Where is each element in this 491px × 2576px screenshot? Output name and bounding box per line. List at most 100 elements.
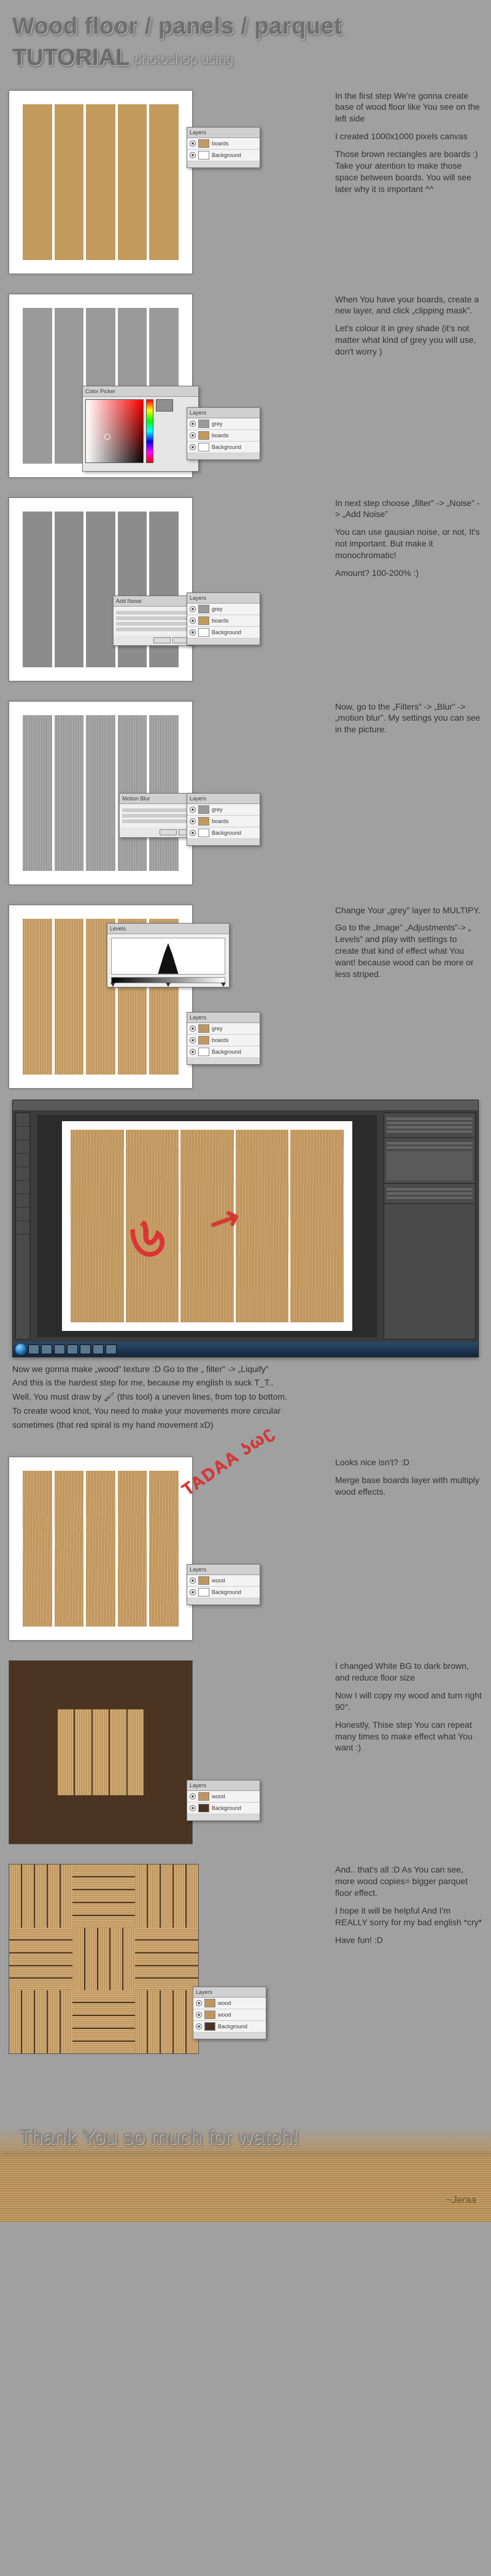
layers-panel-title: Layers	[187, 408, 260, 418]
taskbar-item	[106, 1344, 117, 1354]
layer-row: Background	[187, 150, 260, 161]
step-9: Layers wood wood Background And.. that's…	[0, 1853, 491, 2063]
ok-button	[153, 637, 171, 643]
step8-p1: I changed White BG to dark brown, and re…	[335, 1660, 482, 1684]
thanks-text: Thank You so much for watch!	[0, 2124, 491, 2152]
layer-name: boards	[212, 140, 229, 147]
levels-dialog: Levels	[107, 923, 230, 987]
step3-p1: In next step choose „filter” -> „Noise” …	[335, 497, 482, 521]
visibility-icon	[190, 421, 196, 427]
layer-name: Background	[212, 629, 241, 636]
step1-boards	[23, 104, 179, 260]
layer-name: Background	[212, 829, 241, 837]
step6-p3: Well, You must draw by 🖌 (this tool) a u…	[12, 1391, 479, 1403]
layer-row: Background	[187, 1046, 260, 1058]
step3-illustration: Add Noise Layers grey boards Background	[9, 497, 193, 681]
layer-thumb	[198, 431, 209, 440]
layer-name: wood	[218, 1999, 231, 2007]
layer-name: boards	[212, 432, 229, 439]
visibility-icon	[190, 629, 196, 635]
layers-panel-title: Layers	[187, 593, 260, 604]
step8-illustration: Layers wood Background	[9, 1660, 193, 1844]
step3-canvas	[9, 497, 193, 681]
visibility-icon	[190, 1589, 196, 1595]
step8-canvas	[9, 1660, 193, 1844]
visibility-icon	[196, 2000, 202, 2006]
layer-thumb	[198, 139, 209, 148]
layer-thumb	[198, 616, 209, 625]
layer-row: boards	[187, 615, 260, 627]
step6-p2: And this is the hardest step for me, bec…	[12, 1377, 479, 1389]
layers-panel-title: Layers	[187, 1013, 260, 1023]
layer-thumb	[198, 151, 209, 159]
step7-p1: Looks nice isn't? :D	[335, 1457, 482, 1468]
layers-panel: Layers grey boards Background	[187, 592, 260, 645]
layers-panel-title: Layers	[187, 794, 260, 804]
layer-thumb	[198, 443, 209, 451]
layer-name: boards	[212, 818, 229, 825]
layer-row: Background	[193, 2021, 266, 2033]
visibility-icon	[190, 618, 196, 624]
step6-p1: Now we gonna make „wood” texture :D Go t…	[12, 1363, 479, 1375]
step3-text: In next step choose „filter” -> „Noise” …	[335, 497, 482, 585]
layer-name: grey	[212, 806, 223, 813]
footer: Thank You so much for watch! ~Jeraa	[0, 2063, 491, 2222]
layers-panel-title: Layers	[187, 1565, 260, 1575]
taskbar-item	[93, 1344, 104, 1354]
visibility-icon	[190, 1805, 196, 1811]
layers-panel: Layers grey boards Background	[187, 407, 260, 460]
parquet-result	[9, 1864, 199, 2054]
layer-row: boards	[187, 138, 260, 150]
noise-title: Add Noise	[114, 596, 192, 607]
layer-thumb	[198, 817, 209, 826]
visibility-icon	[190, 152, 196, 158]
step-4: Motion Blur Layers grey boards Backgroun…	[0, 690, 491, 894]
menubar	[13, 1100, 478, 1110]
step-5: Levels Layers grey boards Background	[0, 894, 491, 1097]
liquify-options-panel	[384, 1113, 476, 1340]
layer-name: boards	[212, 1037, 229, 1044]
layers-panel: Layers wood Background	[187, 1564, 260, 1605]
step7-boards	[23, 1471, 179, 1627]
visibility-icon	[190, 1577, 196, 1584]
signature: ~Jeraa	[446, 2194, 476, 2207]
taskbar-item	[28, 1344, 39, 1354]
step5-p2: Go to the „Image” „Adjustments”-> „ Leve…	[335, 922, 482, 979]
taskbar-item	[54, 1344, 65, 1354]
layer-thumb	[198, 1792, 209, 1801]
layer-row: Background	[187, 1587, 260, 1598]
start-orb-icon	[15, 1344, 26, 1355]
taskbar-item	[67, 1344, 78, 1354]
step4-p1: Now, go to the „Filters” -> „Blur” -> „m…	[335, 701, 482, 736]
title-sub: photoshop using	[133, 51, 232, 66]
layer-name: grey	[212, 1025, 223, 1032]
layers-panel-title: Layers	[187, 1781, 260, 1791]
step6-p5: sometimes (that red spiral is my hand mo…	[12, 1419, 479, 1431]
taskbar-item	[41, 1344, 52, 1354]
layer-name: grey	[212, 420, 223, 427]
layer-row: Background	[187, 827, 260, 839]
hue-slider	[146, 399, 153, 463]
layer-row: grey	[187, 604, 260, 615]
step1-p3: Those brown rectangles are boards :) Tak…	[335, 148, 482, 195]
layer-thumb	[204, 2022, 215, 2031]
layer-row: boards	[187, 816, 260, 827]
layer-thumb	[204, 2011, 215, 2019]
step3-p2: You can use gausian noise, or not, It's …	[335, 526, 482, 561]
visibility-icon	[190, 1049, 196, 1055]
step4-text: Now, go to the „Filters” -> „Blur” -> „m…	[335, 701, 482, 742]
layer-row: Background	[187, 627, 260, 638]
visibility-icon	[190, 444, 196, 450]
levels-sliders	[111, 977, 225, 983]
layer-row: Background	[187, 442, 260, 453]
visibility-icon	[190, 1793, 196, 1800]
layer-row: wood	[187, 1791, 260, 1803]
step2-text: When You have your boards, create a new …	[335, 294, 482, 364]
layer-thumb	[198, 1048, 209, 1056]
color-field	[85, 399, 144, 463]
step6-text: Now we gonna make „wood” texture :D Go t…	[0, 1361, 491, 1446]
step1-p2: I created 1000x1000 pixels canvas	[335, 131, 482, 142]
step7-canvas	[9, 1457, 193, 1641]
layer-thumb	[198, 628, 209, 637]
step5-p1: Change Your „grey” layer to MULTIPY.	[335, 905, 482, 916]
